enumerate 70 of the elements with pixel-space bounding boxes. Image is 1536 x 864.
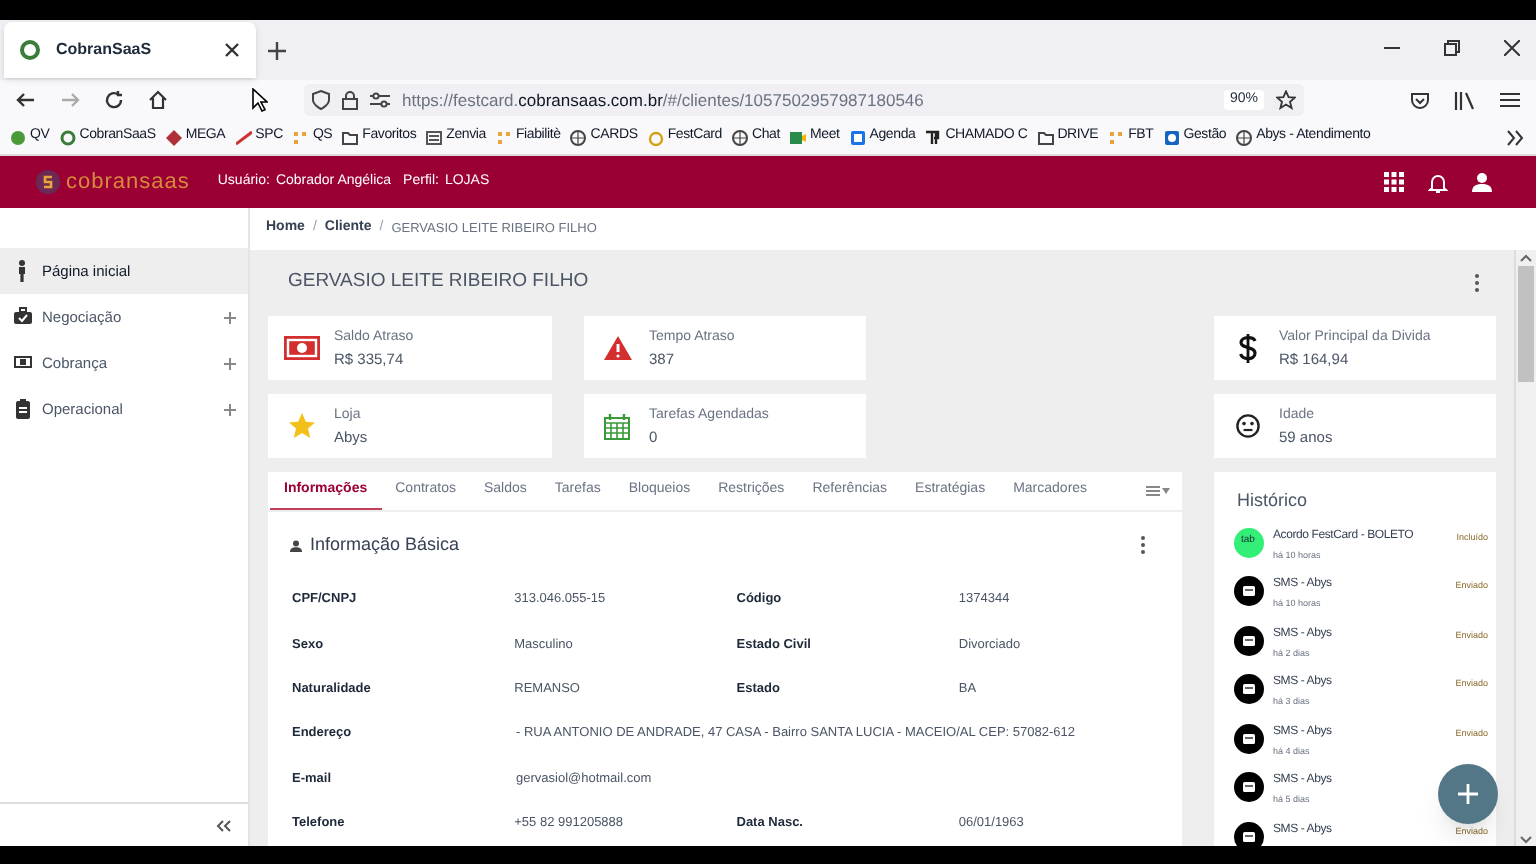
dots-icon [1108, 129, 1125, 145]
logo-icon [36, 170, 60, 194]
camera-icon [790, 129, 806, 145]
tab-title: CobranSaaS [56, 38, 154, 62]
dollar-icon [1237, 333, 1257, 363]
caret-icon [1161, 487, 1169, 494]
message-icon [1233, 723, 1263, 753]
user-icon [290, 539, 302, 552]
home-icon[interactable] [148, 90, 168, 110]
star-icon[interactable] [1276, 90, 1296, 110]
collapse-icon[interactable] [216, 819, 232, 831]
close-icon[interactable] [1504, 40, 1520, 56]
logo-icon [925, 129, 942, 145]
logo-text: cobransaas [66, 167, 190, 198]
scroll-up-icon[interactable] [1520, 254, 1532, 262]
more-bookmarks-icon[interactable] [1506, 129, 1524, 145]
dots-icon [495, 129, 512, 145]
back-icon[interactable] [16, 90, 36, 110]
calendar-icon [849, 129, 866, 145]
document-icon [426, 129, 443, 145]
close-icon[interactable] [224, 42, 240, 58]
section-title: Informação Básica [310, 531, 460, 558]
bell-icon[interactable] [1428, 171, 1448, 193]
plus-icon [1458, 784, 1478, 804]
calendar-icon [604, 413, 630, 439]
pocket-icon[interactable] [1410, 91, 1430, 109]
globe-icon [1236, 129, 1253, 145]
message-icon [1233, 625, 1263, 655]
history-title: Histórico [1237, 488, 1310, 514]
globe-icon [570, 129, 587, 145]
folder-icon [1037, 129, 1054, 145]
leaf-icon [10, 129, 26, 145]
list-icon [1145, 485, 1159, 496]
banknote-icon [14, 352, 32, 374]
user-icon[interactable] [1472, 172, 1492, 192]
shield-icon [312, 90, 330, 110]
globe-icon [732, 129, 748, 145]
menu-icon[interactable] [1500, 92, 1520, 108]
banknote-icon [284, 336, 320, 360]
client-name: GERVASIO LEITE RIBEIRO FILHO [288, 268, 589, 297]
apps-grid-icon[interactable] [1384, 172, 1404, 192]
scroll-down-icon[interactable] [1520, 836, 1532, 844]
restore-icon[interactable] [1444, 40, 1460, 56]
face-icon [1235, 414, 1259, 438]
reload-icon[interactable] [104, 90, 124, 110]
folder-icon [342, 129, 359, 145]
slash-icon [235, 129, 252, 145]
browser-tab[interactable]: CobranSaaS [4, 22, 256, 78]
permissions-icon [370, 92, 390, 108]
message-icon [1233, 674, 1263, 704]
message-icon [1233, 576, 1263, 606]
square-icon [1163, 129, 1180, 145]
warning-icon [603, 336, 631, 360]
dots-icon [292, 129, 309, 145]
message-icon [1233, 772, 1263, 802]
ring-icon [647, 129, 664, 145]
star-icon [288, 412, 316, 440]
more-options-icon[interactable] [1474, 274, 1480, 292]
logo-icon [20, 40, 40, 60]
lock-icon [342, 90, 358, 110]
scrollbar-thumb[interactable] [1518, 266, 1534, 382]
clipboard-icon [14, 398, 32, 420]
diamond-icon [165, 129, 182, 145]
url-text: https://festcard.cobransaas.com.br/#/clientes/1057502957987180546 [402, 87, 926, 113]
briefcase-icon [14, 306, 32, 328]
library-icon[interactable] [1454, 91, 1476, 109]
more-options-icon[interactable] [1139, 536, 1145, 555]
cursor-icon [252, 88, 268, 112]
logo-icon [59, 129, 76, 145]
new-tab-icon[interactable] [268, 42, 286, 60]
